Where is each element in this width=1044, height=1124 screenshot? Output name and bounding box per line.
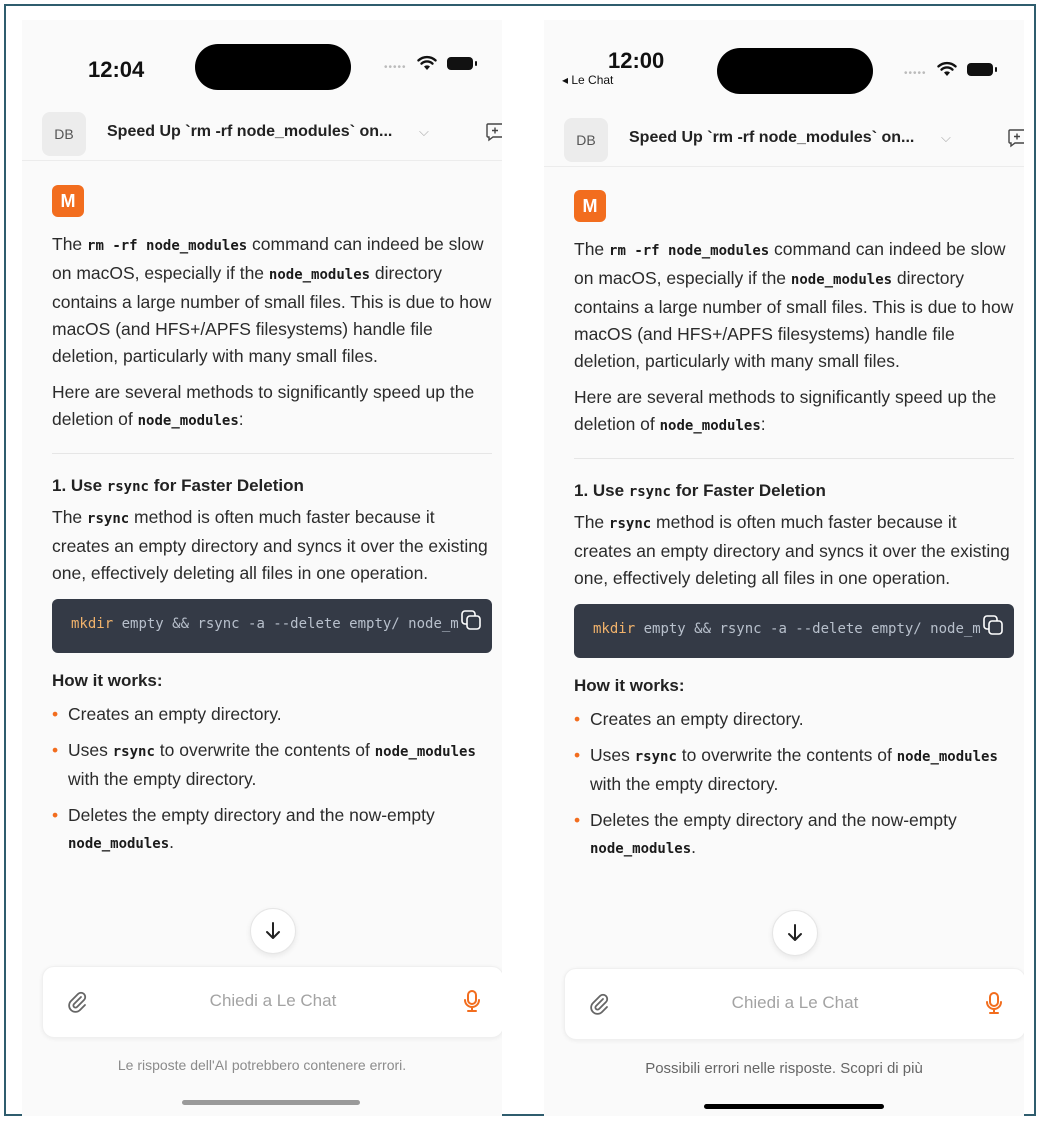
mistral-logo-icon: M — [574, 190, 606, 222]
code-line: mkdir empty && rsync -a --delete empty/ … — [593, 621, 981, 637]
section-paragraph: The rsync method is often much faster be… — [574, 512, 1010, 588]
avatar[interactable]: DB — [42, 112, 86, 156]
list-item: • Uses rsync to overwrite the contents of… — [52, 737, 492, 793]
list-item: • Deletes the empty directory and the now… — [52, 802, 492, 858]
scroll-down-button[interactable] — [772, 910, 818, 956]
methods-intro: Here are several methods to significantl… — [52, 382, 475, 429]
wifi-icon — [417, 55, 437, 70]
scroll-down-button[interactable] — [250, 908, 296, 954]
intro-paragraph: The rm -rf node_modules command can inde… — [574, 239, 1014, 371]
dynamic-island — [195, 44, 351, 90]
home-indicator[interactable] — [704, 1104, 884, 1109]
code-block[interactable]: mkdir empty && rsync -a --delete empty/ … — [52, 599, 492, 653]
arrow-down-icon — [788, 924, 802, 941]
section-heading: 1. Use rsync for Faster Deletion — [574, 481, 826, 500]
chat-header: DB Speed Up `rm -rf node_modules` on... … — [22, 108, 502, 161]
wifi-icon — [937, 61, 957, 76]
mistral-logo-icon: M — [52, 185, 84, 217]
assistant-message: M The rm -rf node_modules command can in… — [52, 185, 492, 867]
copy-icon[interactable] — [460, 609, 482, 631]
disclaimer-text: Le risposte dell'AI potrebbero contenere… — [117, 1057, 407, 1073]
arrow-down-icon — [266, 922, 280, 939]
disclaimer-text[interactable]: Possibili errori nelle risposte. Scopri … — [544, 1060, 1024, 1077]
copy-icon[interactable] — [982, 614, 1004, 636]
chat-title[interactable]: Speed Up `rm -rf node_modules` on... — [629, 129, 914, 147]
divider — [574, 458, 1014, 459]
section-paragraph: The rsync method is often much faster be… — [52, 507, 488, 583]
new-chat-icon[interactable] — [485, 122, 502, 142]
dynamic-island — [717, 48, 873, 94]
chat-title[interactable]: Speed Up `rm -rf node_modules` on... — [107, 123, 392, 141]
home-indicator[interactable] — [182, 1100, 360, 1105]
list-item: • Creates an empty directory. — [574, 706, 1014, 733]
how-it-works-title: How it works: — [574, 676, 685, 695]
bullet-dot: • — [52, 805, 59, 825]
battery-icon — [967, 63, 997, 76]
chevron-down-icon[interactable]: ⌵ — [419, 124, 429, 140]
methods-intro: Here are several methods to significantl… — [574, 387, 997, 434]
how-it-works-title: How it works: — [52, 671, 163, 690]
list-item: • Deletes the empty directory and the now… — [574, 807, 1014, 863]
status-bar: 12:00 ◂ Le Chat ••••• — [544, 20, 1024, 120]
list-item: • Creates an empty directory. — [52, 701, 492, 728]
code-block[interactable]: mkdir empty && rsync -a --delete empty/ … — [574, 604, 1014, 658]
bullet-dot: • — [52, 704, 59, 724]
battery-icon — [447, 57, 477, 70]
status-bar: 12:04 ••••• — [22, 20, 502, 120]
signal-icon: ••••• — [384, 62, 407, 73]
message-input-bar[interactable]: Chiedi a Le Chat — [42, 966, 502, 1038]
message-input-bar[interactable]: Chiedi a Le Chat — [564, 968, 1024, 1040]
chat-header: DB Speed Up `rm -rf node_modules` on... … — [544, 114, 1024, 167]
status-time: 12:04 — [88, 57, 145, 82]
how-it-works-list: • Creates an empty directory. • Uses rsync… — [574, 706, 1014, 863]
new-chat-icon[interactable] — [1007, 128, 1024, 148]
how-it-works-list: • Creates an empty directory. • Uses rsync… — [52, 701, 492, 858]
signal-icon: ••••• — [904, 68, 927, 79]
status-time: 12:00 — [608, 48, 665, 73]
assistant-message: M The rm -rf node_modules command can in… — [574, 190, 1014, 872]
message-input[interactable]: Chiedi a Le Chat — [43, 991, 502, 1011]
code-line: mkdir empty && rsync -a --delete empty/ … — [71, 616, 459, 632]
bullet-dot: • — [574, 810, 581, 830]
list-item: • Uses rsync to overwrite the contents of… — [574, 742, 1014, 798]
bullet-dot: • — [574, 745, 581, 765]
divider — [52, 453, 492, 454]
chevron-down-icon[interactable]: ⌵ — [941, 130, 951, 146]
phone-screen-right: 12:00 ◂ Le Chat ••••• DB Speed Up `rm -r… — [544, 20, 1024, 1116]
microphone-icon[interactable] — [985, 991, 1003, 1015]
avatar[interactable]: DB — [564, 118, 608, 162]
bullet-dot: • — [574, 709, 581, 729]
intro-paragraph: The rm -rf node_modules command can inde… — [52, 234, 492, 366]
section-heading: 1. Use rsync for Faster Deletion — [52, 476, 304, 495]
phone-screen-left: 12:04 ••••• DB Speed Up `rm -rf node_mod… — [22, 20, 502, 1116]
microphone-icon[interactable] — [463, 989, 481, 1013]
message-input[interactable]: Chiedi a Le Chat — [565, 993, 1024, 1013]
bullet-dot: • — [52, 740, 59, 760]
back-to-app-link[interactable]: ◂ Le Chat — [562, 73, 613, 87]
